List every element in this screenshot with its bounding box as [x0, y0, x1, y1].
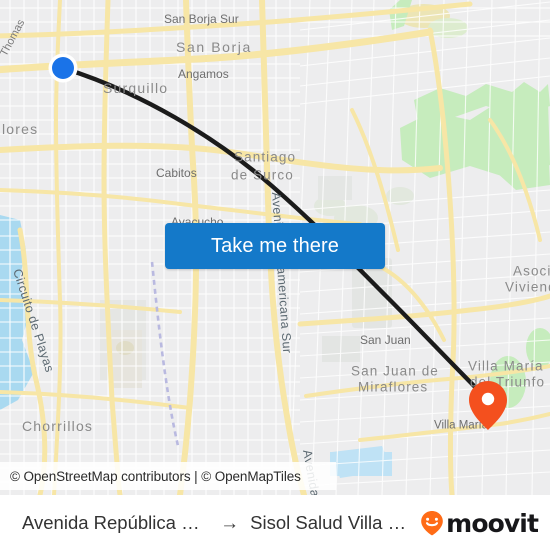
- map-label: San Juan de: [351, 364, 439, 379]
- map-label: Villa María: [468, 359, 544, 374]
- route-summary[interactable]: Avenida República De Pa... → Sisol Salud…: [0, 512, 420, 534]
- map-label: Miraflores: [358, 380, 428, 395]
- origin-marker-group: [48, 53, 78, 83]
- map-label: San Borja: [176, 39, 252, 55]
- route-origin-label: Avenida República De Pa...: [22, 512, 209, 533]
- map-attribution: © OpenStreetMap contributors | © OpenMap…: [0, 462, 336, 490]
- arrow-right-icon: →: [220, 512, 240, 534]
- moovit-smiley-pin-icon: [421, 511, 443, 536]
- map-label: Chorrillos: [22, 418, 93, 434]
- map-label: San Juan: [360, 333, 411, 347]
- take-me-there-button[interactable]: Take me there: [165, 223, 385, 269]
- map-label: Surquillo: [103, 80, 168, 96]
- map-label: Angamos: [178, 67, 229, 81]
- map-label: Santiago: [234, 150, 296, 165]
- moovit-wordmark: moovit: [446, 508, 539, 538]
- map-label: Vivienda: [505, 280, 550, 295]
- map-label: Cabitos: [156, 166, 197, 180]
- moovit-route-screen: San Borja Sur San Borja Angamos Surquillo Th…: [0, 0, 550, 550]
- moovit-logo[interactable]: moovit: [420, 510, 550, 536]
- map-label: San Borja Sur: [164, 12, 239, 26]
- map-label: lores: [2, 121, 38, 137]
- route-destination-label: Sisol Salud Villa María ...: [250, 512, 420, 533]
- attribution-text: © OpenStreetMap contributors | © OpenMap…: [10, 468, 301, 484]
- map-label: de Surco: [231, 168, 294, 183]
- map-label: Asocia: [513, 264, 550, 279]
- bottom-route-bar: Avenida República De Pa... → Sisol Salud…: [0, 495, 550, 550]
